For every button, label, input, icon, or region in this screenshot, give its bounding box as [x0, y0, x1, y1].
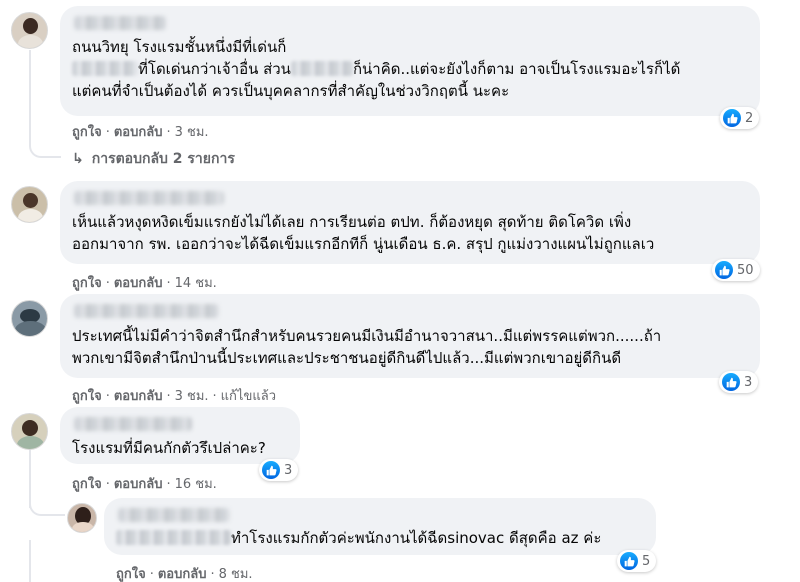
author-name[interactable]: [74, 191, 224, 205]
thumbs-up-icon: [722, 373, 740, 391]
comment-line: ประเทศนี้ไม่มีคำว่าจิตสำนึกสำหรับคนรวยคน…: [72, 327, 662, 345]
avatar[interactable]: [67, 503, 97, 533]
comment-text: ประเทศนี้ไม่มีคำว่าจิตสำนึกสำหรับคนรวยคน…: [72, 325, 661, 369]
comment-line: ทำโรงแรมกักตัวค่ะพนักงานได้ฉีดsinovac ดี…: [116, 527, 601, 549]
redacted-text: [290, 61, 353, 76]
comment-bubble: โรงแรมที่มีคนกักตัวรึเปล่าคะ?: [60, 407, 300, 464]
thread-curve: [29, 120, 61, 158]
redacted-text: [72, 61, 138, 76]
reply-button[interactable]: ตอบกลับ: [114, 276, 163, 291]
like-button[interactable]: ถูกใจ: [72, 276, 102, 291]
avatar[interactable]: [11, 413, 48, 450]
reply-button[interactable]: ตอบกลับ: [158, 567, 207, 582]
author-name[interactable]: [74, 304, 219, 318]
author-name[interactable]: [74, 417, 192, 431]
comment-line: ที่โดเด่นกว่าเจ้าอื่น ส่วน ก็น่าคิด..แต่จ…: [72, 58, 680, 80]
view-replies-link[interactable]: ↳ การตอบกลับ 2 รายการ: [72, 148, 235, 170]
reply-button[interactable]: ตอบกลับ: [114, 389, 163, 404]
timestamp[interactable]: 3 ชม.: [175, 125, 209, 140]
comment-bubble: ถนนวิทยุ โรงแรมชั้นหนึ่งมีที่เด่นก็ ที่โ…: [60, 6, 760, 116]
comment-text: โรงแรมที่มีคนกักตัวรึเปล่าคะ?: [72, 437, 266, 459]
timestamp[interactable]: 16 ชม.: [175, 477, 217, 492]
comment-actions: ถูกใจ · ตอบกลับ · 16 ชม.: [72, 477, 217, 492]
comment-text: ทำโรงแรมกักตัวค่ะพนักงานได้ฉีดsinovac ดี…: [116, 527, 601, 549]
comment-bubble: เห็นแล้วหงุดหงิดเข็มแรกยังไม่ได้เลย การเ…: [60, 181, 760, 264]
avatar[interactable]: [11, 186, 48, 223]
reaction-count[interactable]: 2: [720, 107, 760, 129]
like-button[interactable]: ถูกใจ: [72, 477, 102, 492]
author-name[interactable]: [118, 508, 230, 522]
comment-text: เห็นแล้วหงุดหงิดเข็มแรกยังไม่ได้เลย การเ…: [72, 211, 654, 255]
thumbs-up-icon: [715, 261, 733, 279]
comment-text: ถนนวิทยุ โรงแรมชั้นหนึ่งมีที่เด่นก็ ที่โ…: [72, 36, 680, 102]
timestamp[interactable]: 3 ชม.: [175, 389, 209, 404]
comment-line: แต่คนที่จำเป็นต้องได้ ควรเป็นบุคคลากรที่…: [72, 82, 510, 100]
thumbs-up-icon: [620, 552, 638, 570]
comment-actions: ถูกใจ · ตอบกลับ · 3 ชม. · แก้ไขแล้ว: [72, 389, 276, 404]
reaction-count[interactable]: 3: [719, 371, 759, 393]
like-button[interactable]: ถูกใจ: [72, 125, 102, 140]
reaction-count[interactable]: 50: [712, 259, 760, 281]
reaction-count[interactable]: 5: [617, 550, 657, 572]
comment-line: โรงแรมที่มีคนกักตัวรึเปล่าคะ?: [72, 439, 266, 457]
thread-line: [29, 540, 31, 582]
reply-button[interactable]: ตอบกลับ: [114, 125, 163, 140]
comment-line: ออกมาจาก รพ. เออกว่าจะได้ฉีดเข็มแรกอีกที…: [72, 235, 655, 253]
thumbs-up-icon: [262, 461, 280, 479]
edited-label[interactable]: แก้ไขแล้ว: [221, 389, 276, 404]
comment-line: เห็นแล้วหงุดหงิดเข็มแรกยังไม่ได้เลย การเ…: [72, 213, 632, 231]
comment-line: พวกเขามีจิตสำนึกป่านนี้ประเทศและประชาชนอ…: [72, 349, 622, 367]
author-name[interactable]: [74, 16, 166, 30]
comment-bubble: ทำโรงแรมกักตัวค่ะพนักงานได้ฉีดsinovac ดี…: [104, 498, 656, 555]
reply-arrow-icon: ↳: [72, 151, 84, 167]
comment-line: ถนนวิทยุ โรงแรมชั้นหนึ่งมีที่เด่นก็: [72, 38, 287, 56]
avatar[interactable]: [11, 300, 48, 337]
timestamp[interactable]: 14 ชม.: [175, 276, 217, 291]
comment-actions: ถูกใจ · ตอบกลับ · 3 ชม.: [72, 125, 209, 140]
like-button[interactable]: ถูกใจ: [116, 567, 146, 582]
comment-bubble: ประเทศนี้ไม่มีคำว่าจิตสำนึกสำหรับคนรวยคน…: [60, 294, 760, 378]
avatar[interactable]: [11, 12, 48, 49]
comment-actions: ถูกใจ · ตอบกลับ · 14 ชม.: [72, 276, 217, 291]
thread-curve: [29, 488, 65, 516]
timestamp[interactable]: 8 ชม.: [219, 567, 253, 582]
comment-actions: ถูกใจ · ตอบกลับ · 8 ชม.: [116, 567, 253, 582]
thumbs-up-icon: [723, 109, 741, 127]
reaction-count[interactable]: 3: [259, 459, 299, 481]
reply-button[interactable]: ตอบกลับ: [114, 477, 163, 492]
like-button[interactable]: ถูกใจ: [72, 389, 102, 404]
redacted-text: [116, 530, 231, 545]
